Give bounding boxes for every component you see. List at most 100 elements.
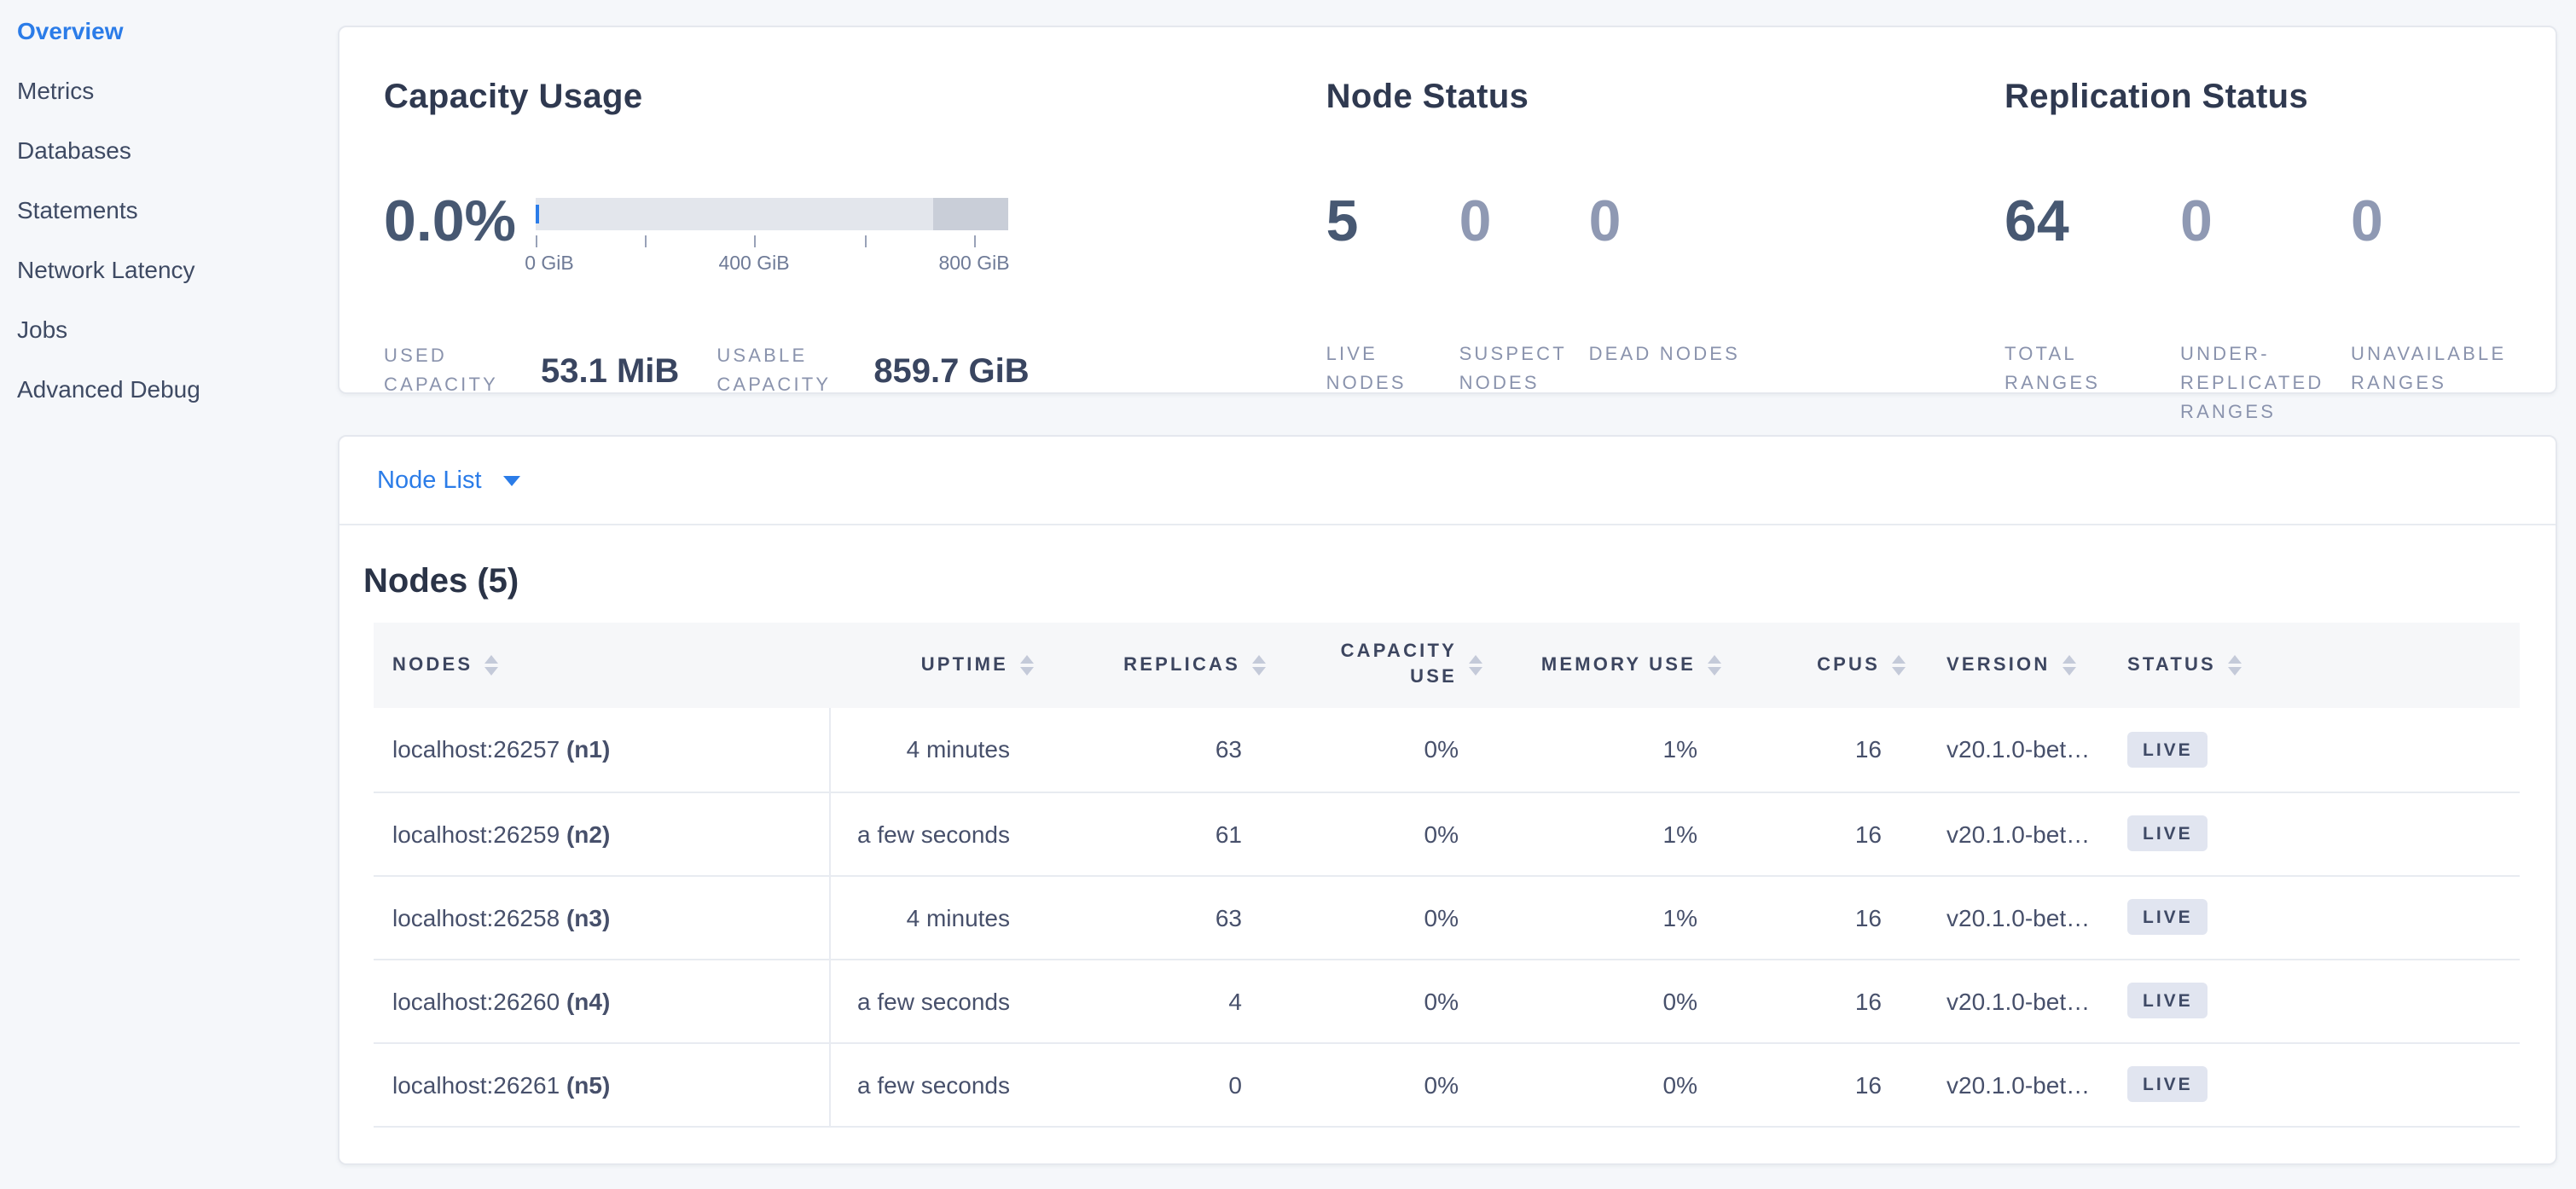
capacity-bar-nonusable-segment [933,198,1008,230]
cpus-cell: 16 [1721,875,1906,959]
table-row-node-3[interactable]: localhost:26258 (n3) 4 minutes 63 0% 1% … [374,875,2520,959]
replication-status-title: Replication Status [2005,72,2556,123]
uptime-cell: a few seconds [829,1042,1034,1126]
column-label: CAPACITY USE [1324,640,1457,691]
status-badge: LIVE [2127,732,2208,768]
node-address: localhost:26259 [392,820,560,847]
sidebar-item-metrics[interactable]: Metrics [0,60,338,119]
capacity-bar-used-indicator [536,205,539,223]
used-capacity-value: 53.1 MiB [541,352,679,392]
usable-capacity-label: USABLE CAPACITY [717,343,833,401]
suspect-nodes-label: SUSPECT NODES [1459,341,1589,399]
sort-icon [2062,655,2075,676]
column-header-uptime[interactable]: UPTIME [829,623,1034,708]
node-list-card: Node List Nodes (5) NODES UPTIME [338,435,2557,1165]
replicas-cell: 63 [1034,708,1266,792]
column-header-status[interactable]: STATUS [2110,623,2520,708]
sidebar-item-advanced-debug[interactable]: Advanced Debug [0,358,338,418]
nodes-table-header-row: NODES UPTIME REPLICAS CAPACITY USE MEMOR [374,623,2520,708]
node-id: (n1) [566,736,610,763]
replicas-cell: 61 [1034,792,1266,875]
axis-label-400: 400 GiB [718,254,789,275]
sort-icon [484,655,498,676]
live-nodes-value: 5 [1326,184,1459,259]
sidebar-item-jobs[interactable]: Jobs [0,299,338,358]
cpus-cell: 16 [1721,792,1906,875]
sort-icon [2228,655,2242,676]
column-label: CPUS [1817,655,1880,676]
capacity-bar-axis: 0 GiB 400 GiB 800 GiB [536,235,1008,280]
memory-use-cell: 1% [1482,875,1721,959]
suspect-nodes-value: 0 [1459,184,1589,259]
node-status-metrics: 5 LIVE NODES 0 SUSPECT NODES 0 DEAD NODE… [1326,184,2005,399]
status-badge: LIVE [2127,983,2208,1018]
unavailable-ranges-value: 0 [2351,184,2556,259]
total-ranges-label: TOTAL RANGES [2005,341,2180,399]
sidebar-item-overview[interactable]: Overview [0,0,338,60]
table-row-node-4[interactable]: localhost:26260 (n4) a few seconds 4 0% … [374,959,2520,1042]
column-label: REPLICAS [1123,655,1240,676]
node-status-section: Node Status 5 LIVE NODES 0 SUSPECT NODES… [1326,27,2005,392]
replicas-cell: 0 [1034,1042,1266,1126]
column-label: MEMORY USE [1541,655,1696,676]
capacity-bar-chart: 0 GiB 400 GiB 800 GiB [536,198,1008,290]
unavailable-ranges-label: UNAVAILABLE RANGES [2351,341,2556,399]
uptime-cell: 4 minutes [829,708,1034,792]
live-nodes-label: LIVE NODES [1326,341,1459,399]
replication-status-metrics: 64 TOTAL RANGES 0 UNDER-REPLICATED RANGE… [2005,184,2556,428]
uptime-cell: a few seconds [829,792,1034,875]
overview-page: Overview Metrics Databases Statements Ne… [0,0,2576,1189]
capacity-usage-title: Capacity Usage [384,72,1326,123]
cpus-cell: 16 [1721,959,1906,1042]
total-ranges-metric: 64 TOTAL RANGES [2005,184,2180,428]
table-row-node-5[interactable]: localhost:26261 (n5) a few seconds 0 0% … [374,1042,2520,1126]
sidebar-item-network-latency[interactable]: Network Latency [0,239,338,299]
node-id: (n5) [566,1070,610,1098]
dead-nodes-metric: 0 DEAD NODES [1589,184,1765,399]
axis-tick [974,235,976,247]
dead-nodes-label: DEAD NODES [1589,341,1765,370]
capacity-use-cell: 0% [1266,708,1482,792]
sort-icon [1469,655,1482,676]
memory-use-cell: 0% [1482,1042,1721,1126]
nodes-table: NODES UPTIME REPLICAS CAPACITY USE MEMOR [374,623,2520,1127]
axis-label-0: 0 GiB [525,254,574,275]
node-id: (n2) [566,820,610,847]
version-cell: v20.1.0-bet… [1906,708,2110,792]
cluster-summary-card: Capacity Usage 0.0% [338,26,2557,394]
column-header-nodes[interactable]: NODES [374,623,829,708]
column-header-cpus[interactable]: CPUS [1721,623,1906,708]
uptime-cell: a few seconds [829,959,1034,1042]
axis-tick [864,235,866,247]
capacity-usage-chart: 0.0% 0 GiB 400 Gi [384,184,1326,290]
node-address: localhost:26257 [392,736,560,763]
used-capacity-label: USED CAPACITY [384,343,500,401]
sidebar-item-statements[interactable]: Statements [0,179,338,239]
table-row-node-2[interactable]: localhost:26259 (n2) a few seconds 61 0%… [374,792,2520,875]
node-address: localhost:26261 [392,1070,560,1098]
column-header-memory-use[interactable]: MEMORY USE [1482,623,1721,708]
total-ranges-value: 64 [2005,184,2180,259]
version-cell: v20.1.0-bet… [1906,792,2110,875]
node-list-selector-label: Node List [377,467,482,494]
column-header-version[interactable]: VERSION [1906,623,2110,708]
sort-icon [1892,655,1906,676]
under-replicated-ranges-label: UNDER-REPLICATED RANGES [2180,341,2351,428]
table-row-node-1[interactable]: localhost:26257 (n1) 4 minutes 63 0% 1% … [374,708,2520,792]
column-header-replicas[interactable]: REPLICAS [1034,623,1266,708]
node-status-title: Node Status [1326,72,2005,123]
version-cell: v20.1.0-bet… [1906,959,2110,1042]
replicas-cell: 4 [1034,959,1266,1042]
sidebar-item-databases[interactable]: Databases [0,119,338,179]
node-list-view-selector[interactable]: Node List [339,437,2556,525]
cpus-cell: 16 [1721,708,1906,792]
node-id: (n3) [566,903,610,931]
suspect-nodes-metric: 0 SUSPECT NODES [1459,184,1589,399]
axis-tick [754,235,756,247]
sort-icon [1708,655,1721,676]
under-replicated-ranges-value: 0 [2180,184,2351,259]
column-header-capacity-use[interactable]: CAPACITY USE [1266,623,1482,708]
status-badge: LIVE [2127,815,2208,851]
usable-capacity-value: 859.7 GiB [873,352,1029,392]
cpus-cell: 16 [1721,1042,1906,1126]
